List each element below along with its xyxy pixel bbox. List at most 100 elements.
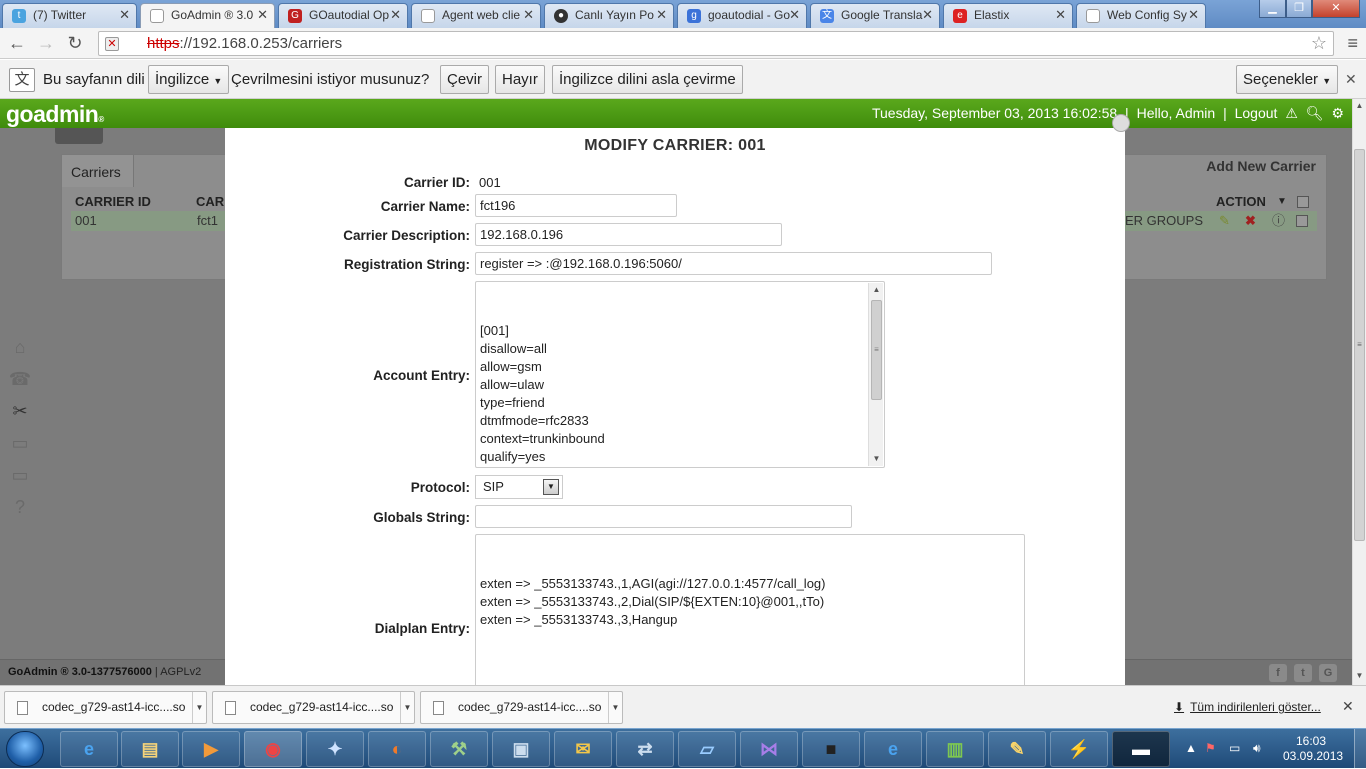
spreadsheet-icon[interactable]: ▥ — [926, 731, 984, 767]
never-translate-button[interactable]: İngilizce dilini asla çevirme — [552, 65, 743, 94]
close-tab-icon[interactable]: ✕ — [656, 4, 667, 26]
close-download-bar-icon[interactable]: ✕ — [1342, 698, 1354, 715]
add-new-carrier-link[interactable]: Add New Carrier — [1206, 158, 1316, 174]
warning-icon[interactable]: ⚠ — [1285, 105, 1298, 121]
protocol-select[interactable]: SIP ▼ — [475, 475, 563, 499]
reload-icon[interactable]: ↻ — [64, 32, 86, 54]
flag-icon[interactable]: ⚑ — [1205, 741, 1216, 755]
close-tab-icon[interactable]: ✕ — [257, 4, 268, 26]
chevron-down-icon[interactable]: ▼ — [608, 692, 622, 723]
chevron-down-icon[interactable]: ▼ — [192, 692, 206, 723]
system-clock[interactable]: 16:03 03.09.2013 — [1283, 734, 1343, 764]
tab-canli-yayin[interactable]: ● Canlı Yayın Po ✕ — [544, 3, 674, 28]
account-entry-scrollbar[interactable]: ▲ ≡ ▼ — [868, 283, 883, 466]
close-tab-icon[interactable]: ✕ — [523, 4, 534, 26]
language-select[interactable]: İngilizce ▼ — [148, 65, 230, 94]
unknown-blue-app-icon[interactable]: ✦ — [306, 731, 364, 767]
phone-icon[interactable]: ☎ — [6, 364, 34, 394]
close-tab-icon[interactable]: ✕ — [119, 4, 130, 26]
download-item[interactable]: codec_g729-ast14-icc....so ▼ — [420, 691, 623, 724]
network-tool-icon[interactable]: ⚒ — [430, 731, 488, 767]
notes-icon[interactable]: ▱ — [678, 731, 736, 767]
delete-icon[interactable]: ✖ — [1245, 211, 1256, 231]
maximize-window-button[interactable]: ❐ — [1286, 0, 1312, 18]
options-button[interactable]: Seçenekler ▼ — [1236, 65, 1339, 94]
scroll-down-icon[interactable]: ▼ — [1353, 671, 1366, 680]
home-icon[interactable]: ⌂ — [6, 332, 34, 362]
tab-elastix[interactable]: e Elastix ✕ — [943, 3, 1073, 28]
download-item[interactable]: codec_g729-ast14-icc....so ▼ — [4, 691, 207, 724]
close-modal-icon[interactable] — [1112, 114, 1130, 132]
globals-string-input[interactable] — [475, 505, 852, 528]
go-icon[interactable]: G — [1319, 664, 1337, 682]
tab-carriers[interactable]: Carriers — [62, 155, 134, 187]
download-item[interactable]: codec_g729-ast14-icc....so ▼ — [212, 691, 415, 724]
close-translate-bar-icon[interactable]: ✕ — [1345, 71, 1357, 88]
close-tab-icon[interactable]: ✕ — [1055, 4, 1066, 26]
scroll-down-icon[interactable]: ▼ — [869, 452, 884, 466]
tab-web-config[interactable]: Web Config Sy ✕ — [1076, 3, 1206, 28]
network-connections-icon[interactable]: ⇄ — [616, 731, 674, 767]
file-explorer-icon[interactable]: ▤ — [121, 731, 179, 767]
scroll-thumb[interactable]: ≡ — [871, 300, 882, 400]
firefox-icon[interactable]: ◐ — [368, 731, 426, 767]
carrier-name-input[interactable]: fct196 — [475, 194, 677, 217]
dialplan-entry-textarea[interactable]: exten => _5553133743.,1,AGI(agi://127.0.… — [475, 534, 1025, 685]
close-tab-icon[interactable]: ✕ — [1188, 4, 1199, 26]
select-all-checkbox[interactable] — [1297, 196, 1309, 208]
menu-icon[interactable]: ≡ — [1347, 33, 1358, 54]
carrier-description-input[interactable]: 192.168.0.196 — [475, 223, 782, 246]
network-icon[interactable]: ▭ — [1229, 741, 1240, 755]
row-checkbox[interactable] — [1296, 215, 1308, 227]
folder-icon[interactable]: ▭ — [6, 428, 34, 458]
close-tab-icon[interactable]: ✕ — [390, 4, 401, 26]
tab-twitter[interactable]: t (7) Twitter ✕ — [2, 3, 137, 28]
internet-explorer-icon[interactable]: e — [864, 731, 922, 767]
logout-link[interactable]: Logout — [1235, 105, 1278, 121]
terminal-app-icon[interactable]: ■ — [802, 731, 860, 767]
chevron-down-icon[interactable]: ▼ — [400, 692, 414, 723]
paint-icon[interactable]: ✎ — [988, 731, 1046, 767]
account-entry-textarea[interactable]: [001] disallow=all allow=gsm allow=ulaw … — [475, 281, 885, 468]
close-tab-icon[interactable]: ✕ — [922, 4, 933, 26]
scroll-thumb[interactable]: ≡ — [1354, 149, 1365, 541]
tab-goadmin[interactable]: GoAdmin ® 3.0 ✕ — [140, 3, 275, 29]
twitter-icon[interactable]: t — [1294, 664, 1312, 682]
remote-desktop-icon[interactable]: ▣ — [492, 731, 550, 767]
winscp-icon[interactable]: ⚡ — [1050, 731, 1108, 767]
close-window-button[interactable]: ✕ — [1312, 0, 1360, 18]
scroll-up-icon[interactable]: ▲ — [1353, 101, 1366, 110]
address-bar[interactable]: ✕ https://192.168.0.253/carriers ☆ — [98, 31, 1334, 56]
visual-studio-icon[interactable]: ⋈ — [740, 731, 798, 767]
internet-explorer-icon[interactable]: e — [60, 731, 118, 767]
registration-string-input[interactable]: register => :@192.168.0.196:5060/ — [475, 252, 992, 275]
close-tab-icon[interactable]: ✕ — [789, 4, 800, 26]
show-desktop-button[interactable] — [1354, 729, 1366, 769]
help-icon[interactable]: ? — [6, 492, 34, 522]
goadmin-logo[interactable]: goadmin® — [6, 101, 104, 128]
outlook-icon[interactable]: ✉ — [554, 731, 612, 767]
facebook-icon[interactable]: f — [1269, 664, 1287, 682]
show-hidden-icons-icon[interactable]: ▲ — [1185, 741, 1197, 755]
scroll-up-icon[interactable]: ▲ — [869, 283, 884, 297]
back-arrow-icon[interactable]: ← — [6, 32, 28, 54]
translate-button[interactable]: Çevir — [440, 65, 490, 94]
folder-settings-icon[interactable]: ▭ — [6, 460, 34, 490]
tab-agent-web-client[interactable]: Agent web clie ✕ — [411, 3, 541, 28]
bookmark-star-icon[interactable]: ☆ — [1311, 32, 1327, 55]
tab-google-translate[interactable]: 文 Google Transla ✕ — [810, 3, 940, 28]
info-icon[interactable]: ⓘ — [1272, 211, 1285, 231]
tab-google-search[interactable]: g goautodial - Go ✕ — [677, 3, 807, 28]
no-translate-button[interactable]: Hayır — [495, 65, 545, 94]
tab-goautodial[interactable]: G GOautodial Op ✕ — [278, 3, 408, 28]
volume-icon[interactable]: 🔊︎ — [1253, 741, 1261, 756]
page-scrollbar[interactable]: ▲ ≡ ▼ — [1352, 99, 1366, 685]
start-button[interactable] — [6, 731, 44, 767]
insecure-lock-icon[interactable]: ✕ — [105, 37, 119, 51]
show-all-downloads-link[interactable]: ⬇ Tüm indirilenleri göster... — [1174, 700, 1321, 714]
tools-icon[interactable]: ✂ — [6, 396, 34, 426]
media-player-icon[interactable]: ▶ — [182, 731, 240, 767]
edit-pencil-icon[interactable]: ✎ — [1219, 211, 1230, 231]
search-icon[interactable]: 🔍︎ — [1306, 105, 1324, 121]
command-prompt-icon[interactable]: ▬ — [1112, 731, 1170, 767]
